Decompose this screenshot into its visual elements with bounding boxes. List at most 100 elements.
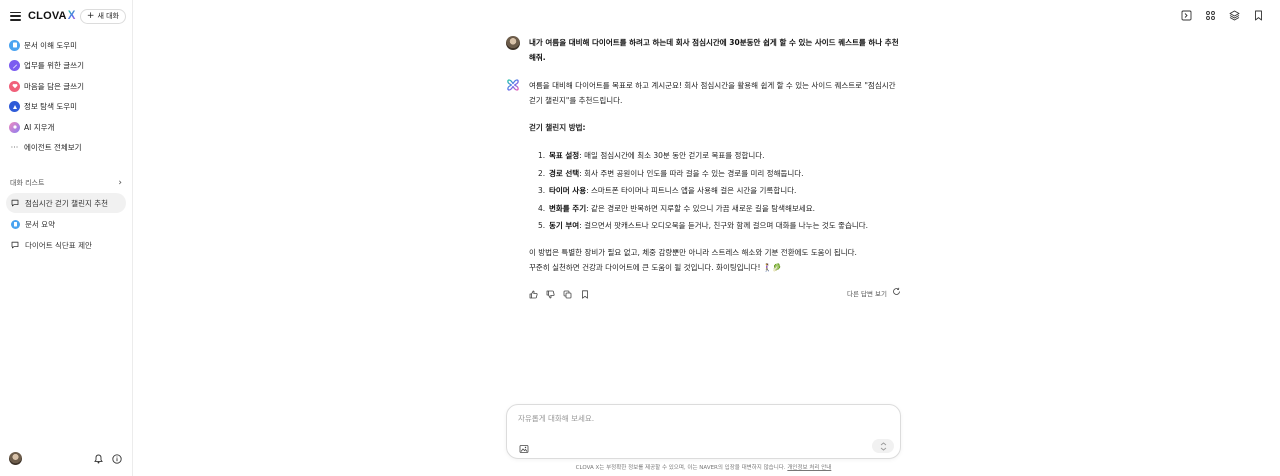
agent-item-view-all[interactable]: ··· 에이전트 전체보기 (0, 138, 132, 159)
menu-icon[interactable] (10, 11, 21, 21)
step-number: 2. (538, 168, 546, 178)
step-title: 동기 부여 (549, 221, 580, 230)
chat-input[interactable] (518, 414, 889, 423)
list-item: 5. 동기 부여: 걸으면서 팟캐스트나 오디오북을 듣거나, 친구와 함께 걸으… (538, 217, 901, 235)
sidebar-footer (9, 449, 122, 468)
side-panel-icon[interactable] (1180, 9, 1192, 21)
disclaimer: CLOVA X는 부정확한 정보를 제공할 수 있으며, 이는 NAVER의 입… (506, 463, 901, 471)
app-root: CLOVA X + 새 대화 문서 이해 도우미 업무를 위한 글쓰기 마음을 … (0, 0, 1280, 476)
closing-line-1: 이 방법은 특별한 장비가 필요 없고, 체중 감량뿐만 아니라 스트레스 해소… (529, 247, 857, 257)
agent-label: 업무를 위한 글쓰기 (24, 61, 84, 71)
step-text: : 같은 경로만 반복하면 지루할 수 있으니 가끔 새로운 길을 탐색해보세요… (586, 203, 815, 213)
regenerate-button[interactable]: 다른 답변 보기 (847, 287, 901, 302)
chevron-right-icon: › (118, 178, 122, 188)
step-text: : 스마트폰 타이머나 피트니스 앱을 사용해 걸은 시간을 기록합니다. (586, 186, 797, 195)
disclaimer-text: CLOVA X는 부정확한 정보를 제공할 수 있으며, 이는 NAVER의 입… (575, 465, 786, 471)
assistant-message: 여름을 대비해 다이어트를 목표로 하고 계시군요! 회사 점심시간을 활용해 … (506, 78, 901, 302)
bell-icon[interactable] (94, 449, 103, 468)
steps-list: 1. 목표 설정: 매일 점심시간에 최소 30분 동안 걷기로 목표를 정합니다… (529, 147, 901, 235)
conversation-list: 점심시간 걷기 챌린지 추천 문서 요약 다이어트 식단표 제안 (0, 193, 132, 255)
more-dots-icon: ··· (10, 143, 19, 153)
logo-x: X (67, 10, 76, 22)
conversation-item-diet-plan[interactable]: 다이어트 식단표 제안 (6, 235, 126, 255)
bookmark-icon[interactable] (580, 289, 589, 299)
list-item: 4. 변화를 주기: 같은 경로만 반복하면 지루할 수 있으니 가끔 새로운 길… (538, 200, 901, 218)
layers-icon[interactable] (1228, 9, 1240, 21)
avatar[interactable] (9, 452, 22, 465)
agent-item-business-writing[interactable]: 업무를 위한 글쓰기 (0, 56, 132, 77)
thumbs-up-icon[interactable] (529, 290, 538, 299)
step-text: : 매일 점심시간에 최소 30분 동안 걷기로 목표를 정합니다. (579, 151, 765, 160)
new-chat-label: 새 대화 (97, 12, 119, 20)
writing-agent-icon (9, 60, 20, 72)
sidebar-header: CLOVA X + 새 대화 (0, 0, 132, 32)
step-number: 3. (538, 186, 546, 195)
refresh-icon (892, 287, 901, 302)
agent-item-heartfelt-writing[interactable]: 마음을 담은 글쓰기 (0, 76, 132, 97)
heart-agent-icon (9, 80, 20, 92)
eraser-agent-icon (9, 121, 20, 133)
conversation-label: 문서 요약 (25, 219, 55, 229)
user-message-text: 내가 여름을 대비해 다이어트를 하려고 하는데 회사 점심시간에 30분동안 … (529, 38, 899, 62)
avatar (506, 36, 520, 50)
clova-x-logo[interactable]: CLOVA X (28, 10, 76, 22)
chat-bubble-icon (10, 241, 20, 249)
agent-label: 마음을 담은 글쓰기 (24, 81, 84, 91)
copy-icon[interactable] (563, 290, 572, 299)
chat-input-box (506, 404, 901, 459)
message-actions: 다른 답변 보기 (529, 287, 901, 302)
regenerate-label: 다른 답변 보기 (846, 289, 887, 298)
privacy-link[interactable]: 개인정보 처리 안내 (787, 465, 831, 471)
agent-list: 문서 이해 도우미 업무를 위한 글쓰기 마음을 담은 글쓰기 정보 탐색 도우… (0, 35, 132, 158)
list-item: 1. 목표 설정: 매일 점심시간에 최소 30분 동안 걷기로 목표를 정합니다… (538, 147, 901, 165)
apps-grid-icon[interactable] (1204, 9, 1216, 21)
step-text: : 걸으면서 팟캐스트나 오디오북을 듣거나, 친구와 함께 걸으며 대화를 나… (579, 221, 869, 230)
step-title: 경로 선택 (549, 168, 580, 178)
chat-bubble-icon (10, 199, 20, 207)
chat-thread: 내가 여름을 대비해 다이어트를 하려고 하는데 회사 점심시간에 30분동안 … (506, 35, 901, 302)
image-upload-icon[interactable] (519, 439, 529, 453)
clova-x-assistant-icon (507, 79, 519, 91)
list-item: 3. 타이머 사용: 스마트폰 타이머나 피트니스 앱을 사용해 걸은 시간을 기… (538, 182, 901, 200)
assistant-message-body: 여름을 대비해 다이어트를 목표로 하고 계시군요! 회사 점심시간을 활용해 … (529, 78, 901, 302)
agent-label: AI 지우개 (24, 122, 55, 132)
send-icon (880, 441, 886, 451)
agent-label: 에이전트 전체보기 (24, 143, 82, 153)
step-title: 목표 설정 (549, 151, 580, 160)
assistant-intro: 여름을 대비해 다이어트를 목표로 하고 계시군요! 회사 점심시간을 활용해 … (529, 81, 896, 105)
sidebar: CLOVA X + 새 대화 문서 이해 도우미 업무를 위한 글쓰기 마음을 … (0, 0, 133, 476)
conversation-list-label: 대화 리스트 (10, 179, 45, 187)
conversation-item-walking-challenge[interactable]: 점심시간 걷기 챌린지 추천 (6, 193, 126, 213)
document-agent-icon (9, 39, 20, 51)
search-agent-icon (9, 101, 20, 113)
conversation-item-document-summary[interactable]: 문서 요약 (6, 214, 126, 234)
agent-item-info-search[interactable]: 정보 탐색 도우미 (0, 97, 132, 118)
agent-label: 문서 이해 도우미 (24, 40, 78, 50)
info-icon[interactable] (112, 449, 122, 468)
step-title: 변화를 주기 (549, 203, 587, 213)
method-heading: 걷기 챌린지 방법: (529, 123, 586, 132)
step-number: 1. (538, 151, 546, 160)
document-agent-icon (10, 219, 20, 229)
plus-icon: + (86, 10, 95, 21)
logo-text: CLOVA (28, 10, 67, 22)
top-toolbar (1180, 9, 1264, 21)
main-panel: 내가 여름을 대비해 다이어트를 하려고 하는데 회사 점심시간에 30분동안 … (133, 0, 1280, 476)
conversation-label: 점심시간 걷기 챌린지 추천 (25, 198, 109, 208)
step-text: : 회사 주변 공원이나 인도를 따라 걸을 수 있는 경로를 미리 정해둡니다… (579, 168, 804, 178)
step-number: 5. (538, 221, 546, 230)
agent-item-ai-eraser[interactable]: AI 지우개 (0, 117, 132, 138)
closing-line-2: 꾸준히 실천하면 건강과 다이어트에 큰 도움이 될 것입니다. 화이팅입니다!… (529, 262, 782, 272)
user-message: 내가 여름을 대비해 다이어트를 하려고 하는데 회사 점심시간에 30분동안 … (506, 35, 901, 65)
thumbs-down-icon[interactable] (546, 290, 555, 299)
send-button[interactable] (872, 439, 894, 453)
bookmark-icon[interactable] (1252, 9, 1264, 21)
step-title: 타이머 사용 (549, 186, 587, 195)
agent-label: 정보 탐색 도우미 (24, 102, 78, 112)
conversation-list-header[interactable]: 대화 리스트 › (0, 174, 132, 192)
list-item: 2. 경로 선택: 회사 주변 공원이나 인도를 따라 걸을 수 있는 경로를 미… (538, 165, 901, 183)
step-number: 4. (538, 203, 546, 213)
conversation-label: 다이어트 식단표 제안 (25, 240, 92, 250)
new-chat-button[interactable]: + 새 대화 (79, 8, 126, 24)
agent-item-document[interactable]: 문서 이해 도우미 (0, 35, 132, 56)
